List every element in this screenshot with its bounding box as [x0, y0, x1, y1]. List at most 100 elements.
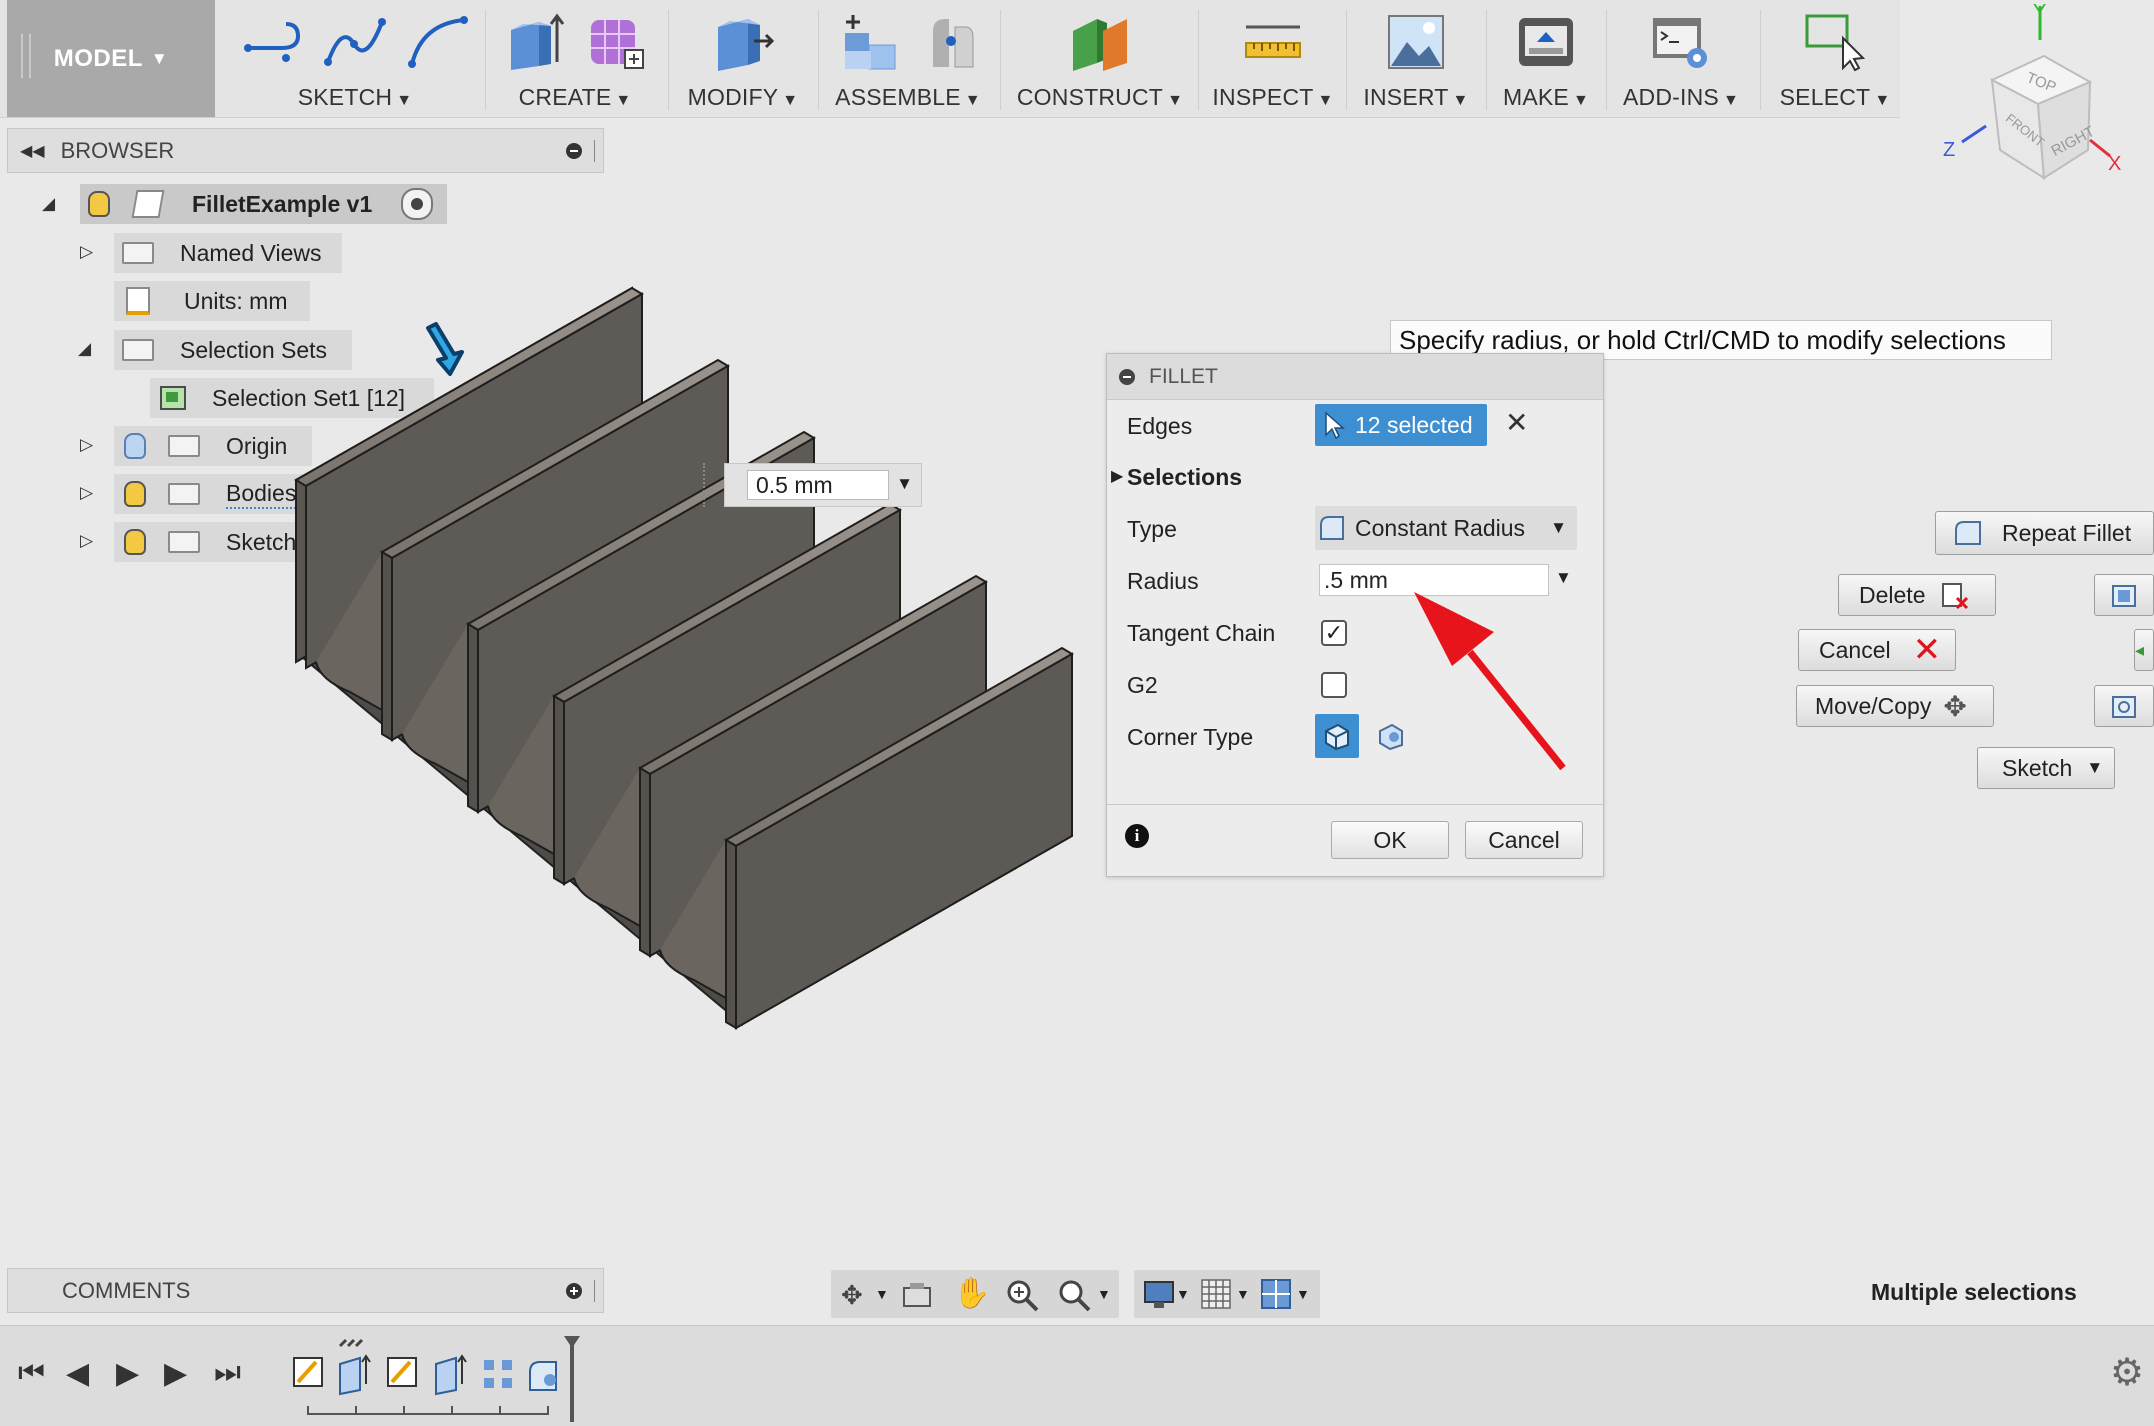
select-window-icon[interactable]	[1803, 12, 1867, 72]
cancel-button[interactable]: Cancel	[1465, 821, 1583, 859]
minimize-panel-icon[interactable]	[566, 142, 582, 159]
panel-grip[interactable]	[594, 139, 597, 162]
collapse-panel-icon[interactable]: ◀◀	[20, 141, 45, 161]
look-at-icon[interactable]	[901, 1280, 933, 1310]
g2-label: G2	[1127, 672, 1158, 698]
marking-menu-option[interactable]: ◂	[2134, 629, 2154, 671]
collapse-triangle-icon[interactable]: ◢	[78, 339, 91, 359]
selections-label[interactable]: Selections	[1127, 464, 1242, 491]
sketch-dropdown-button[interactable]: Sketch ▼	[1977, 747, 2115, 789]
chevron-down-icon: ▼	[2086, 758, 2104, 777]
marking-menu-option[interactable]	[2094, 574, 2154, 616]
spline-sketch-icon[interactable]	[324, 14, 386, 70]
create-group[interactable]: CREATE ▼	[495, 0, 655, 117]
chevron-down-icon[interactable]: ▼	[875, 1286, 889, 1302]
zoom-icon[interactable]	[1005, 1278, 1039, 1312]
toolbar-grip[interactable]	[21, 34, 31, 78]
joint-icon[interactable]	[921, 11, 981, 73]
3d-print-icon[interactable]	[1515, 12, 1577, 72]
move-copy-button[interactable]: Move/Copy ✥	[1796, 685, 1994, 727]
arrow-left-icon: ◂	[2135, 639, 2145, 660]
arc-sketch-icon[interactable]	[406, 14, 468, 70]
expand-triangle-icon[interactable]: ▷	[80, 483, 93, 503]
line-sketch-icon[interactable]	[242, 14, 304, 70]
repeat-fillet-button[interactable]: Repeat Fillet	[1935, 511, 2154, 555]
step-back-icon[interactable]: ◀	[66, 1356, 89, 1391]
display-settings-icon[interactable]	[1142, 1278, 1176, 1310]
clear-selection-icon[interactable]: ✕	[1505, 406, 1528, 439]
chevron-down-icon: ▼	[1572, 92, 1590, 109]
extrude-icon[interactable]	[503, 12, 565, 72]
browser-item-named-views[interactable]: Named Views	[114, 233, 342, 273]
chevron-down-icon[interactable]: ▼	[896, 474, 913, 494]
viewports-icon[interactable]	[1260, 1278, 1292, 1310]
chevron-down-icon[interactable]: ▼	[1176, 1286, 1190, 1302]
browser-root-item[interactable]: FilletExample v1	[80, 184, 447, 224]
new-component-icon[interactable]	[835, 11, 901, 73]
type-dropdown[interactable]: Constant Radius ▼	[1315, 506, 1577, 550]
browser-panel-header[interactable]: ◀◀ BROWSER	[7, 128, 604, 173]
expand-panel-icon[interactable]	[566, 1282, 582, 1299]
expand-triangle-icon[interactable]: ▷	[80, 435, 93, 455]
expand-triangle-icon[interactable]: ▷	[80, 531, 93, 551]
form-icon[interactable]	[585, 12, 647, 72]
construct-group[interactable]: CONSTRUCT ▼	[1010, 0, 1190, 117]
viewcube[interactable]: Y Z X TOP FRONT RIGHT	[1940, 0, 2150, 200]
fillet-dialog-header[interactable]: FILLET	[1107, 354, 1603, 400]
press-pull-icon[interactable]	[710, 11, 776, 73]
timeline-features[interactable]	[288, 1334, 588, 1424]
dimension-manipulator[interactable]: 0.5 mm ▼	[724, 463, 922, 507]
corner-type-rolling-ball[interactable]	[1315, 714, 1359, 758]
minimize-dialog-icon[interactable]	[1119, 368, 1135, 385]
comments-panel-header[interactable]: COMMENTS	[7, 1268, 604, 1313]
marking-cancel-button[interactable]: Cancel ✕	[1798, 629, 1956, 671]
go-to-end-icon[interactable]: ⏭	[214, 1356, 241, 1390]
modify-group[interactable]: MODIFY ▼	[678, 0, 808, 117]
radius-label: Radius	[1127, 568, 1199, 594]
visibility-bulb-icon[interactable]	[124, 433, 146, 459]
insert-group[interactable]: INSERT ▼	[1356, 0, 1476, 117]
pan-hand-icon[interactable]: ✋	[953, 1276, 990, 1311]
chevron-down-icon[interactable]: ▼	[1296, 1286, 1310, 1302]
select-group[interactable]: SELECT ▼	[1770, 0, 1900, 117]
assemble-group[interactable]: ASSEMBLE ▼	[828, 0, 988, 117]
collapse-triangle-icon[interactable]: ◢	[42, 194, 55, 214]
orbit-icon[interactable]: ✥	[841, 1280, 863, 1311]
scripts-addins-icon[interactable]	[1649, 12, 1713, 72]
make-group[interactable]: MAKE ▼	[1496, 0, 1596, 117]
expand-triangle-icon[interactable]: ▷	[80, 242, 93, 262]
visibility-bulb-icon[interactable]	[124, 481, 146, 507]
annotation-arrow	[1414, 592, 1566, 771]
visibility-bulb-icon[interactable]	[124, 529, 146, 555]
g2-checkbox[interactable]	[1321, 672, 1347, 698]
play-icon[interactable]: ▶	[116, 1356, 139, 1391]
step-forward-icon[interactable]: ▶	[164, 1356, 187, 1391]
inspect-group[interactable]: INSPECT ▼	[1208, 0, 1338, 117]
edges-selection-button[interactable]: 12 selected	[1315, 404, 1487, 446]
offset-plane-icon[interactable]	[1067, 11, 1133, 73]
marking-menu-option[interactable]	[2094, 685, 2154, 727]
dimension-input[interactable]: 0.5 mm	[747, 470, 889, 500]
zoom-window-icon[interactable]	[1057, 1278, 1091, 1312]
addins-group[interactable]: ADD-INS ▼	[1616, 0, 1746, 117]
panel-grip[interactable]	[594, 1279, 597, 1302]
measure-icon[interactable]	[1240, 17, 1306, 67]
activate-radio-icon[interactable]	[401, 188, 433, 220]
insert-image-icon[interactable]	[1385, 12, 1447, 72]
workspace-switcher[interactable]: MODEL ▼	[7, 0, 215, 117]
dimension-grip[interactable]	[703, 463, 709, 507]
expand-triangle-icon[interactable]: ▶	[1111, 466, 1123, 486]
chevron-down-icon[interactable]: ▼	[1236, 1286, 1250, 1302]
delete-button[interactable]: Delete	[1838, 574, 1996, 616]
sketch-group[interactable]: SKETCH ▼	[230, 0, 480, 117]
info-icon[interactable]: i	[1125, 824, 1149, 848]
chevron-down-icon[interactable]: ▼	[1097, 1286, 1111, 1302]
move-copy-label: Move/Copy	[1815, 692, 1932, 719]
ok-button[interactable]: OK	[1331, 821, 1449, 859]
tangent-chain-checkbox[interactable]: ✓	[1321, 620, 1347, 646]
heatsink-model[interactable]	[280, 280, 1100, 1040]
timeline-settings-gear-icon[interactable]: ⚙	[2110, 1350, 2144, 1395]
grid-icon[interactable]	[1200, 1278, 1232, 1310]
go-to-start-icon[interactable]: ⏮	[18, 1356, 45, 1390]
visibility-bulb-icon[interactable]	[88, 191, 110, 217]
